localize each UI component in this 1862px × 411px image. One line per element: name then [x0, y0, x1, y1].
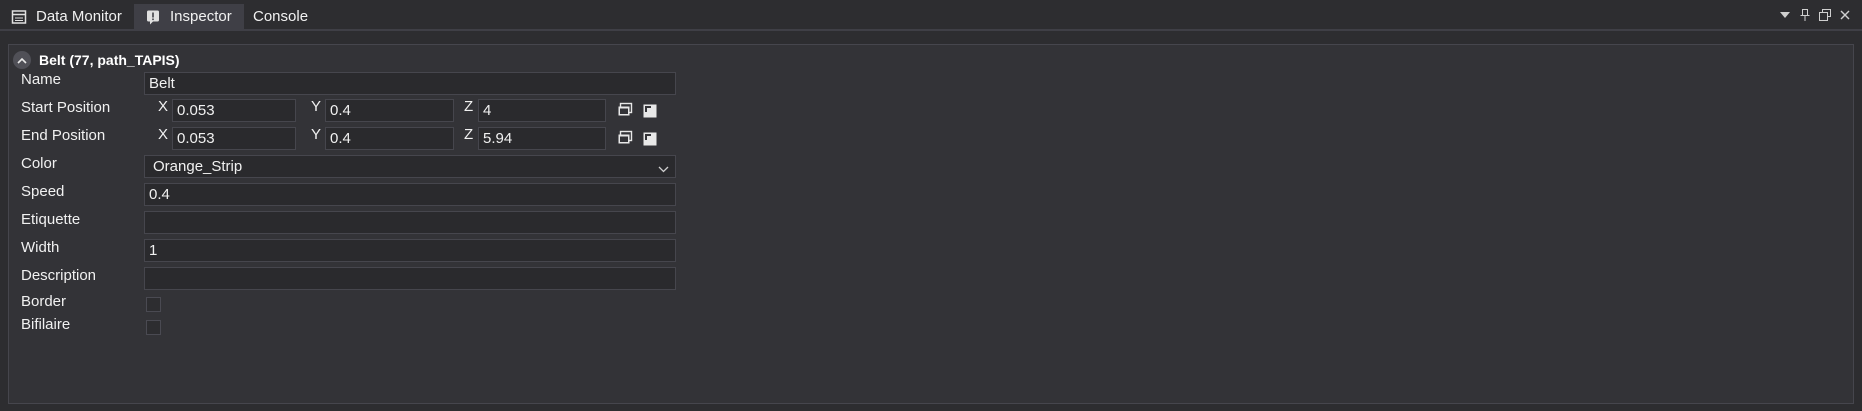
end-z-field[interactable]: 5.94	[478, 127, 606, 150]
bifilaire-label: Bifilaire	[21, 316, 71, 333]
description-label: Description	[21, 267, 97, 284]
width-field[interactable]: 1	[144, 239, 676, 262]
pick-window-icon	[617, 102, 633, 122]
object-title: Belt (77, path_TAPIS)	[39, 52, 180, 68]
tab-label: Data Monitor	[36, 8, 122, 25]
end-x-field[interactable]: 0.053	[172, 127, 296, 150]
tab-underline	[0, 29, 1862, 31]
color-label: Color	[21, 155, 57, 172]
object-header: Belt (77, path_TAPIS)	[13, 48, 180, 72]
start-position-label: Start Position	[21, 99, 111, 116]
close-icon[interactable]	[1838, 8, 1852, 22]
border-checkbox[interactable]	[146, 297, 161, 312]
inspector-panel: Belt (77, path_TAPIS) Name Belt Start Po…	[8, 44, 1854, 404]
end-position-label: End Position	[21, 127, 106, 144]
tab-label: Inspector	[170, 8, 232, 25]
tab-label: Console	[253, 8, 309, 25]
pick-window-icon	[617, 130, 633, 150]
end-x-label: X	[158, 126, 169, 143]
tab-console[interactable]: Console	[244, 4, 316, 29]
data-monitor-icon	[10, 8, 28, 26]
start-y-field[interactable]: 0.4	[325, 99, 454, 122]
snap-window-icon	[642, 103, 658, 123]
color-select-value: Orange_Strip	[153, 158, 243, 175]
start-x-field[interactable]: 0.053	[172, 99, 296, 122]
start-y-label: Y	[311, 98, 322, 115]
description-field[interactable]	[144, 267, 676, 290]
collapse-chevron-up-icon[interactable]	[13, 51, 31, 69]
color-select[interactable]: Orange_Strip	[144, 155, 676, 178]
tab-data-monitor[interactable]: Data Monitor	[0, 4, 124, 29]
speed-field[interactable]: 0.4	[144, 183, 676, 206]
etiquette-field[interactable]	[144, 211, 676, 234]
start-x-label: X	[158, 98, 169, 115]
snap-window-icon	[642, 131, 658, 151]
pin-icon[interactable]	[1798, 8, 1812, 22]
end-z-label: Z	[464, 126, 474, 143]
etiquette-label: Etiquette	[21, 211, 81, 228]
tab-bar: Data Monitor Inspector Console	[0, 0, 1862, 29]
speed-label: Speed	[21, 183, 65, 200]
start-z-field[interactable]: 4	[478, 99, 606, 122]
start-apply-button[interactable]	[639, 102, 661, 124]
width-label: Width	[21, 239, 60, 256]
end-pick-button[interactable]	[614, 129, 636, 151]
restore-icon[interactable]	[1818, 8, 1832, 22]
border-label: Border	[21, 293, 67, 310]
end-y-field[interactable]: 0.4	[325, 127, 454, 150]
name-field[interactable]: Belt	[144, 72, 676, 95]
end-y-label: Y	[311, 126, 322, 143]
tab-inspector[interactable]: Inspector	[134, 4, 244, 29]
bifilaire-checkbox[interactable]	[146, 320, 161, 335]
start-z-label: Z	[464, 98, 474, 115]
end-apply-button[interactable]	[639, 130, 661, 152]
dropdown-arrow-icon[interactable]	[1778, 8, 1792, 22]
chevron-down-icon	[658, 160, 669, 177]
name-label: Name	[21, 71, 62, 88]
inspector-icon	[144, 8, 162, 26]
start-pick-button[interactable]	[614, 101, 636, 123]
